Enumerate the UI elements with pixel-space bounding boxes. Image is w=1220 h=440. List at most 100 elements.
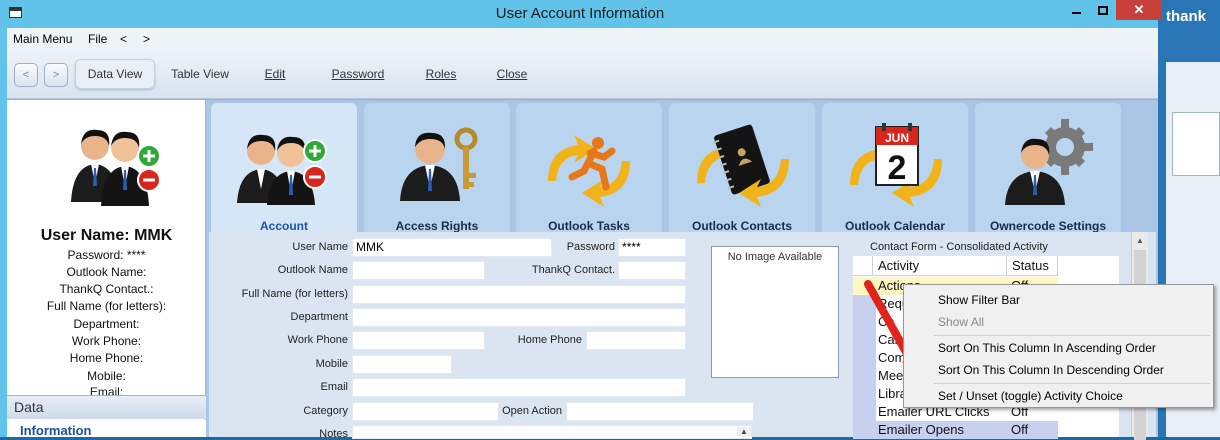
users-add-remove-icon	[71, 129, 161, 206]
grid-row[interactable]: Emailer Opens Off	[853, 421, 1058, 439]
title-bar[interactable]: User Account Information	[0, 0, 1158, 28]
user-key-icon	[400, 127, 478, 201]
password-field[interactable]: ****	[618, 238, 686, 257]
tile-outlook-calendar[interactable]: JUN 2 Outlook Calendar	[822, 103, 968, 233]
tile-label: Access Rights	[395, 219, 479, 233]
thankq-contact-label: ThankQ Contact.	[531, 264, 615, 276]
information-nav-item[interactable]: Information	[7, 420, 206, 438]
toolbar: < > Data View Table View Edit Password R…	[7, 50, 1158, 99]
tile-access-rights[interactable]: Access Rights	[364, 103, 510, 233]
open-action-label: Open Action	[502, 405, 562, 417]
email-field[interactable]	[352, 378, 686, 397]
grid-corner	[853, 256, 873, 276]
menu-separator	[934, 383, 1210, 384]
minimize-button[interactable]	[1062, 0, 1090, 20]
user-gear-icon	[1005, 119, 1093, 205]
background-logo: thank	[1166, 8, 1207, 25]
tile-label: Outlook Contacts	[691, 219, 792, 233]
tile-label: Ownercode Settings	[989, 219, 1107, 233]
context-menu: Show Filter Bar Show All Sort On This Co…	[903, 284, 1214, 408]
menu-back[interactable]: <	[120, 32, 127, 46]
department-field[interactable]	[352, 308, 686, 327]
grid-cell-status: Off	[1011, 422, 1029, 437]
roles-button[interactable]: Roles	[417, 59, 465, 89]
menu-forward[interactable]: >	[143, 32, 150, 46]
back-button[interactable]: <	[14, 63, 38, 87]
user-name-label: User Name	[292, 241, 348, 253]
menu-separator	[934, 335, 1210, 336]
forward-button[interactable]: >	[44, 63, 68, 87]
edit-button[interactable]: Edit	[253, 59, 297, 89]
no-image-placeholder: No Image Available	[711, 246, 839, 378]
tile-ownercode-settings[interactable]: Ownercode Settings	[975, 103, 1121, 233]
open-action-field[interactable]	[566, 402, 754, 421]
info-thankq-contact: ThankQ Contact.:	[59, 282, 154, 296]
full-name-field[interactable]	[352, 285, 686, 304]
contact-form-title: Contact Form - Consolidated Activity	[870, 241, 1048, 253]
info-email: Email:	[89, 385, 124, 395]
username-heading: User Name: MMK	[40, 227, 173, 244]
calendar-day: 2	[888, 149, 907, 187]
tile-label: Outlook Calendar	[844, 219, 945, 233]
data-section-header[interactable]: Data	[7, 395, 206, 419]
menu-bar: Main Menu File < >	[7, 28, 1158, 50]
tile-outlook-tasks[interactable]: Outlook Tasks	[516, 103, 662, 233]
calendar-month: JUN	[885, 131, 909, 145]
scroll-up-icon[interactable]: ▲	[1136, 236, 1144, 245]
home-phone-field[interactable]	[586, 331, 686, 350]
info-mobile: Mobile:	[87, 369, 126, 383]
close-icon: ✕	[1133, 2, 1145, 17]
category-label: Category	[303, 405, 348, 417]
menu-item-sort-ascending[interactable]: Sort On This Column In Ascending Order	[938, 341, 1156, 355]
work-phone-label: Work Phone	[287, 334, 348, 346]
menu-file[interactable]: File	[88, 32, 107, 46]
data-view-button[interactable]: Data View	[75, 59, 155, 89]
info-home-phone: Home Phone:	[69, 351, 144, 365]
users-add-remove-icon	[237, 134, 327, 205]
tile-label: Account	[260, 219, 308, 233]
work-phone-field[interactable]	[352, 331, 485, 350]
home-phone-label: Home Phone	[517, 334, 582, 346]
tile-outlook-contacts[interactable]: Outlook Contacts	[669, 103, 815, 233]
address-book-sync-icon	[697, 124, 789, 207]
tile-account[interactable]: Account	[211, 103, 357, 233]
maximize-icon	[1098, 5, 1108, 15]
info-outlook-name: Outlook Name:	[66, 265, 147, 279]
grid-cell-activity: Emailer Opens	[878, 422, 964, 437]
running-man-sync-icon	[548, 135, 630, 207]
notes-scroll-up-icon[interactable]: ▲	[737, 427, 751, 437]
info-full-name: Full Name (for letters):	[46, 299, 167, 313]
full-name-label: Full Name (for letters)	[241, 288, 348, 300]
password-button[interactable]: Password	[323, 59, 393, 89]
info-work-phone: Work Phone:	[71, 334, 142, 348]
info-password: Password: ****	[67, 248, 146, 262]
calendar-sync-icon: JUN 2	[850, 123, 942, 207]
tile-label: Outlook Tasks	[548, 219, 630, 233]
user-summary-panel: User Name: MMK Password: **** Outlook Na…	[7, 100, 206, 437]
background-box	[1172, 112, 1220, 176]
outlook-name-label: Outlook Name	[277, 264, 348, 276]
mobile-field[interactable]	[352, 355, 452, 374]
category-field[interactable]	[352, 402, 499, 421]
email-label: Email	[320, 381, 348, 393]
menu-item-sort-descending[interactable]: Sort On This Column In Descending Order	[938, 363, 1164, 377]
notes-label: Notes	[319, 428, 348, 440]
user-name-field[interactable]: MMK	[352, 238, 552, 257]
window-title: User Account Information	[495, 5, 665, 22]
menu-item-show-all[interactable]: Show All	[938, 315, 984, 329]
maximize-button[interactable]	[1090, 0, 1116, 20]
minimize-icon	[1071, 12, 1081, 14]
column-header-status[interactable]: Status	[1007, 256, 1058, 276]
close-button[interactable]: Close	[489, 59, 535, 89]
menu-main-menu[interactable]: Main Menu	[13, 32, 72, 46]
thankq-contact-field[interactable]	[618, 261, 686, 280]
menu-item-show-filter-bar[interactable]: Show Filter Bar	[938, 293, 1020, 307]
outlook-name-field[interactable]	[352, 261, 485, 280]
table-view-button[interactable]: Table View	[162, 59, 238, 89]
menu-item-toggle-activity[interactable]: Set / Unset (toggle) Activity Choice	[938, 389, 1123, 403]
department-label: Department	[290, 311, 348, 323]
column-header-activity[interactable]: Activity	[873, 256, 1007, 276]
mobile-label: Mobile	[315, 358, 348, 370]
info-department: Department:	[73, 317, 140, 331]
close-window-button[interactable]: ✕	[1116, 0, 1162, 20]
